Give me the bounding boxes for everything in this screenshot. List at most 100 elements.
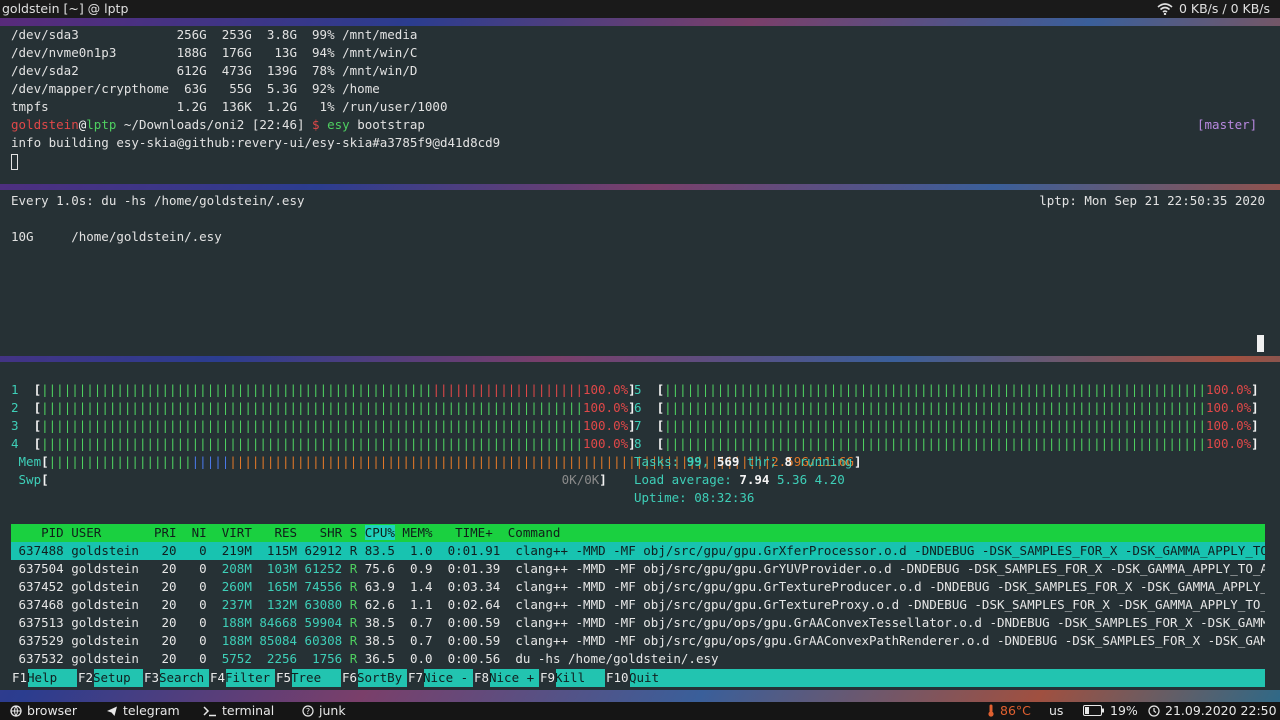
proc-user: goldstein — [71, 651, 147, 666]
fkey-label-tree[interactable]: Tree — [291, 669, 321, 687]
col-user[interactable]: USER — [64, 525, 147, 540]
proc-cmd: clang++ -MMD -MF obj/src/gpu/gpu.GrTextu… — [515, 597, 1265, 612]
top-bar: goldstein [~] @ lptp 0 KB/s / 0 KB/s — [0, 0, 1280, 18]
proc-ni: 0 — [184, 633, 215, 648]
col-mem[interactable]: MEM% — [395, 525, 432, 540]
fkey-label-nice[interactable]: Nice + — [489, 669, 534, 687]
taskbar-item-telegram[interactable]: telegram — [106, 703, 180, 718]
fkey-f8[interactable]: F8 — [473, 669, 491, 687]
fkey-f3[interactable]: F3 — [143, 669, 161, 687]
col-state[interactable]: S — [350, 525, 365, 540]
taskbar-item-terminal[interactable]: terminal — [203, 703, 274, 718]
proc-s: R — [349, 633, 365, 648]
cpu-number: 4 — [11, 436, 19, 451]
proc-mem: 1.1 — [402, 597, 441, 612]
proc-ni: 0 — [184, 579, 215, 594]
prompt-dollar: $ — [312, 117, 328, 132]
proc-s: R — [349, 615, 365, 630]
proc-cmd: clang++ -MMD -MF obj/src/gpu/ops/gpu.GrA… — [515, 633, 1265, 648]
fkey-f1[interactable]: F1 — [11, 669, 29, 687]
proc-res: 103M — [251, 561, 298, 576]
proc-user: goldstein — [71, 561, 147, 576]
cpu-number: 5 — [634, 382, 642, 397]
proc-cmd: clang++ -MMD -MF obj/src/gpu/gpu.GrXferP… — [515, 543, 1265, 558]
proc-res: 85084 — [251, 633, 298, 648]
cpu-number: 7 — [634, 418, 642, 433]
cpu-percent: 100.0% — [1205, 436, 1252, 451]
process-row[interactable]: 637504 goldstein 20 0 208M 103M 61252 R … — [11, 560, 1265, 578]
proc-virt: 219M — [214, 543, 252, 558]
process-row[interactable]: 637532 goldstein 20 0 5752 2256 1756 R 3… — [11, 650, 1265, 668]
col-shr[interactable]: SHR — [305, 525, 350, 540]
col-ni[interactable]: NI — [184, 525, 214, 540]
taskbar-item-junk[interactable]: ? junk — [302, 703, 346, 718]
col-pri[interactable]: PRI — [146, 525, 184, 540]
cpu-percent: 100.0% — [582, 418, 629, 433]
process-table-header: PID USER PRI NI VIRT RES SHR S CPU% MEM%… — [11, 524, 1265, 542]
load-5min: 5.36 — [777, 472, 808, 487]
fkey-label-nice[interactable]: Nice - — [423, 669, 468, 687]
process-row[interactable]: 637529 goldstein 20 0 188M 85084 60308 R… — [11, 632, 1265, 650]
cpu-meter-5: 5 [|||||||||||||||||||||||||||||||||||||… — [634, 382, 1259, 397]
proc-cpu: 83.5 — [364, 543, 403, 558]
proc-pri: 20 — [146, 651, 185, 666]
proc-s: R — [349, 543, 365, 558]
proc-shr: 62912 — [297, 543, 350, 558]
load-1min: 7.94 — [739, 472, 770, 487]
process-row[interactable]: 637452 goldstein 20 0 260M 165M 74556 R … — [11, 578, 1265, 596]
proc-virt: 188M — [214, 615, 252, 630]
proc-time: 0:02.64 — [440, 597, 516, 612]
col-command[interactable]: Command — [500, 525, 561, 540]
fkey-f5[interactable]: F5 — [275, 669, 293, 687]
col-cpu[interactable]: CPU% — [364, 525, 395, 540]
proc-virt: 5752 — [214, 651, 252, 666]
terminal-pane-df[interactable]: /dev/sda3 256G 253G 3.8G 99% /mnt/media … — [0, 26, 1280, 184]
proc-s: R — [349, 597, 365, 612]
fkey-f6[interactable]: F6 — [341, 669, 359, 687]
process-row[interactable]: 637468 goldstein 20 0 237M 132M 63080 R … — [11, 596, 1265, 614]
keyboard-layout[interactable]: us — [1049, 703, 1063, 718]
uptime-label: Uptime: — [634, 490, 695, 505]
fkey-label-sortby[interactable]: SortBy — [357, 669, 402, 687]
process-row[interactable]: 637513 goldstein 20 0 188M 84668 59904 R… — [11, 614, 1265, 632]
swp-label: Swp — [18, 472, 42, 487]
proc-mem: 0.7 — [402, 615, 441, 630]
fkey-label-search[interactable]: Search — [159, 669, 204, 687]
clock[interactable]: 21.09.2020 22:50 — [1148, 703, 1277, 718]
fkey-label-quit[interactable]: Quit — [629, 669, 659, 687]
col-res[interactable]: RES — [259, 525, 304, 540]
col-virt[interactable]: VIRT — [214, 525, 259, 540]
taskbar-item-browser[interactable]: browser — [10, 703, 77, 718]
fkey-f9[interactable]: F9 — [539, 669, 557, 687]
taskbar-label: browser — [27, 703, 78, 718]
temperature-value: 86°C — [1000, 703, 1031, 718]
load-label: Load average: — [634, 472, 740, 487]
proc-s: R — [349, 579, 365, 594]
cpu-meter-8: 8 [|||||||||||||||||||||||||||||||||||||… — [634, 436, 1259, 451]
df-row: /dev/mapper/crypthome 63G 55G 5.3G 92% /… — [11, 81, 380, 96]
fkey-label-kill[interactable]: Kill — [555, 669, 585, 687]
cpu-number: 1 — [11, 382, 19, 397]
fkey-label-filter[interactable]: Filter — [225, 669, 270, 687]
fkey-f7[interactable]: F7 — [407, 669, 425, 687]
terminal-pane-watch[interactable]: Every 1.0s: du -hs /home/goldstein/.esy … — [0, 190, 1280, 356]
cpu-percent: 100.0% — [582, 382, 629, 397]
proc-cmd: du -hs /home/goldstein/.esy — [515, 651, 719, 666]
fkey-f4[interactable]: F4 — [209, 669, 227, 687]
col-pid[interactable]: PID — [11, 525, 64, 540]
proc-res: 165M — [251, 579, 298, 594]
proc-pid: 637488 — [11, 543, 72, 558]
fkey-label-setup[interactable]: Setup — [93, 669, 131, 687]
prompt-command: esy — [327, 117, 350, 132]
process-row-selected[interactable]: 637488 goldstein 20 0 219M 115M 62912 R … — [11, 542, 1265, 560]
fkey-f2[interactable]: F2 — [77, 669, 95, 687]
fkey-label-help[interactable]: Help — [27, 669, 57, 687]
cpu-percent: 100.0% — [582, 400, 629, 415]
col-time[interactable]: TIME+ — [433, 525, 501, 540]
proc-time: 0:00.56 — [440, 651, 516, 666]
net-rate: 0 KB/s / 0 KB/s — [1178, 1, 1270, 16]
fkey-f10[interactable]: F10 — [605, 669, 630, 687]
proc-time: 0:00.59 — [440, 633, 516, 648]
function-key-bar: F1 Help F2 Setup F3 Search F4 Filter F5 Tree F6 Sor… — [11, 669, 1265, 687]
proc-cpu: 75.6 — [364, 561, 403, 576]
